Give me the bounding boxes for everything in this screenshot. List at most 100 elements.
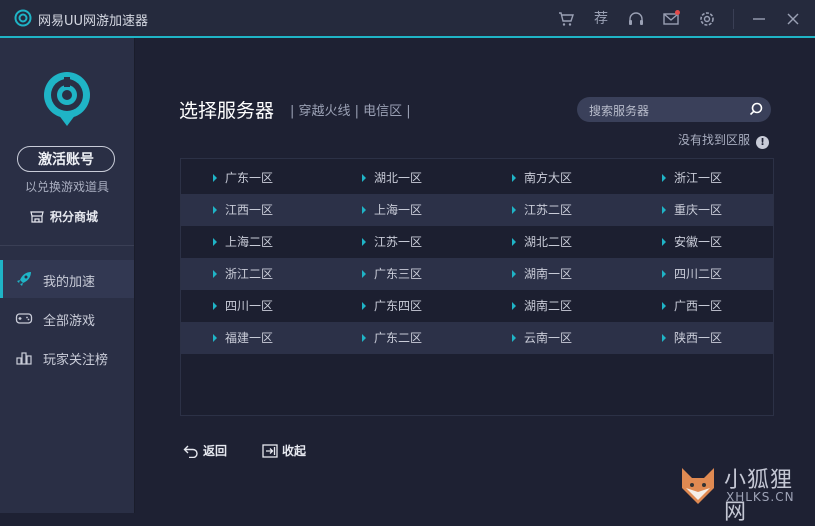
arrow-icon	[512, 238, 516, 246]
shop-icon	[30, 211, 44, 223]
table-row: 广东一区 湖北一区 南方大区 浙江一区	[181, 162, 773, 194]
server-search	[577, 97, 771, 122]
fox-logo-icon	[682, 468, 714, 504]
server-item[interactable]: 湖南二区	[512, 290, 572, 322]
notification-dot	[675, 10, 680, 15]
recommend-icon[interactable]: 荐	[592, 10, 610, 28]
ranking-icon	[16, 352, 32, 365]
server-item[interactable]: 广东三区	[362, 258, 422, 290]
arrow-icon	[213, 334, 217, 342]
server-item[interactable]: 广西一区	[662, 290, 722, 322]
server-item[interactable]: 四川二区	[662, 258, 722, 290]
brand-logo-icon	[44, 72, 90, 126]
sidebar: 激活账号 以兑换游戏道具 积分商城 我的加速 全部游戏 玩家关注榜	[0, 38, 135, 513]
back-button[interactable]: 返回	[183, 442, 227, 459]
cart-icon[interactable]	[557, 10, 575, 28]
arrow-icon	[213, 174, 217, 182]
arrow-icon	[362, 206, 366, 214]
server-item[interactable]: 广东四区	[362, 290, 422, 322]
mail-icon[interactable]	[662, 10, 680, 28]
arrow-icon	[662, 302, 666, 310]
arrow-icon	[362, 270, 366, 278]
app-logo-icon	[14, 9, 32, 27]
sidebar-item-all-games[interactable]: 全部游戏	[0, 299, 134, 337]
app-title: 网易UU网游加速器	[38, 14, 149, 29]
arrow-icon	[662, 334, 666, 342]
arrow-icon	[362, 174, 366, 182]
arrow-icon	[662, 270, 666, 278]
activate-subtitle: 以兑换游戏道具	[24, 180, 109, 194]
watermark: 小狐狸网 XHLKS.CN	[672, 462, 812, 525]
back-label: 返回	[203, 444, 228, 458]
arrow-icon	[662, 238, 666, 246]
server-item[interactable]: 南方大区	[512, 162, 572, 194]
gamepad-icon	[15, 313, 33, 324]
arrow-icon	[362, 238, 366, 246]
arrow-icon	[512, 302, 516, 310]
sidebar-item-label: 我的加速	[43, 275, 96, 290]
table-row: 江西一区 上海一区 江苏二区 重庆一区	[181, 194, 773, 226]
server-item[interactable]: 上海二区	[213, 226, 273, 258]
titlebar-divider	[733, 9, 734, 29]
page-title: 选择服务器	[179, 100, 275, 122]
settings-icon[interactable]	[698, 10, 716, 28]
server-not-found-label: 没有找到区服	[678, 133, 751, 147]
points-shop-link[interactable]: 积分商城	[30, 208, 98, 225]
server-item[interactable]: 陕西一区	[662, 322, 722, 354]
server-item[interactable]: 浙江二区	[213, 258, 273, 290]
points-shop-label: 积分商城	[50, 210, 99, 224]
server-item[interactable]: 四川一区	[213, 290, 273, 322]
minimize-icon[interactable]	[750, 10, 768, 28]
server-item[interactable]: 湖北一区	[362, 162, 422, 194]
arrow-icon	[362, 334, 366, 342]
sidebar-item-label: 全部游戏	[43, 314, 96, 329]
arrow-icon	[213, 238, 217, 246]
arrow-icon	[512, 206, 516, 214]
headset-icon[interactable]	[627, 10, 645, 28]
sidebar-item-label: 玩家关注榜	[43, 353, 109, 368]
server-item[interactable]: 云南一区	[512, 322, 572, 354]
server-item[interactable]: 广东一区	[213, 162, 273, 194]
server-grid: 广东一区 湖北一区 南方大区 浙江一区 江西一区 上海一区 江苏二区 重庆一区 …	[180, 158, 774, 416]
sidebar-item-player-ranking[interactable]: 玩家关注榜	[0, 338, 134, 376]
arrow-icon	[662, 206, 666, 214]
arrow-icon	[512, 270, 516, 278]
table-row: 四川一区 广东四区 湖南二区 广西一区	[181, 290, 773, 322]
server-item[interactable]: 湖南一区	[512, 258, 572, 290]
arrow-icon	[213, 302, 217, 310]
server-not-found-link[interactable]: 没有找到区服!	[678, 131, 770, 149]
close-icon[interactable]	[784, 10, 802, 28]
server-item[interactable]: 江西一区	[213, 194, 273, 226]
sidebar-item-my-boost[interactable]: 我的加速	[0, 260, 134, 298]
collapse-icon	[262, 444, 278, 458]
breadcrumb: | 穿越火线 | 电信区 |	[290, 104, 411, 119]
server-item[interactable]: 江苏二区	[512, 194, 572, 226]
sidebar-divider	[0, 245, 134, 246]
collapse-label: 收起	[282, 444, 307, 458]
watermark-domain: XHLKS.CN	[726, 490, 795, 504]
arrow-icon	[512, 334, 516, 342]
server-item[interactable]: 湖北二区	[512, 226, 572, 258]
search-input[interactable]	[587, 101, 741, 120]
arrow-icon	[362, 302, 366, 310]
arrow-icon	[662, 174, 666, 182]
server-item[interactable]: 江苏一区	[362, 226, 422, 258]
server-item[interactable]: 浙江一区	[662, 162, 722, 194]
table-row: 福建一区 广东二区 云南一区 陕西一区	[181, 322, 773, 354]
rocket-icon	[17, 272, 31, 286]
server-item[interactable]: 广东二区	[362, 322, 422, 354]
arrow-icon	[512, 174, 516, 182]
arrow-icon	[213, 270, 217, 278]
collapse-button[interactable]: 收起	[262, 442, 306, 459]
server-item[interactable]: 安徽一区	[662, 226, 722, 258]
search-icon[interactable]	[748, 101, 764, 117]
title-bar: 网易UU网游加速器 荐	[0, 0, 815, 38]
back-icon	[183, 445, 198, 458]
server-item[interactable]: 上海一区	[362, 194, 422, 226]
table-row: 浙江二区 广东三区 湖南一区 四川二区	[181, 258, 773, 290]
server-item[interactable]: 福建一区	[213, 322, 273, 354]
info-icon: !	[756, 136, 770, 149]
activate-account-button[interactable]: 激活账号	[17, 146, 115, 172]
server-item[interactable]: 重庆一区	[662, 194, 722, 226]
table-row: 上海二区 江苏一区 湖北二区 安徽一区	[181, 226, 773, 258]
